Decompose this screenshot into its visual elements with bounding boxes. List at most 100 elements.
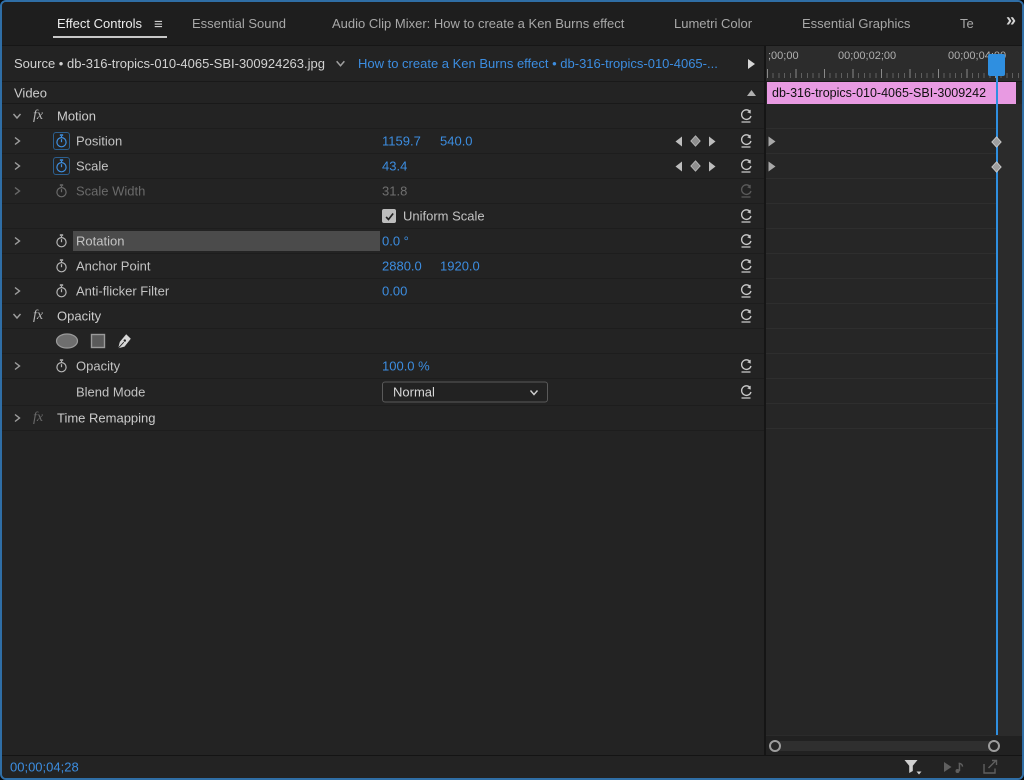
- anchor-x-value[interactable]: 2880.0: [382, 259, 428, 274]
- pen-mask-icon[interactable]: [117, 333, 132, 349]
- source-clip-bar: Source • db-316-tropics-010-4065-SBI-300…: [2, 46, 764, 82]
- reset-parameter-button[interactable]: [739, 134, 753, 148]
- property-row-uniform-scale: Uniform Scale: [2, 204, 764, 229]
- tab-label: Te: [960, 16, 974, 31]
- tab-label: Essential Graphics: [802, 16, 910, 31]
- current-timecode[interactable]: 00;00;04;28: [10, 760, 79, 775]
- reset-effect-button[interactable]: [739, 309, 753, 323]
- reset-parameter-button[interactable]: [739, 259, 753, 273]
- effects-timeline: ;00;00 00;00;02;00 00;00;04;00 db-316-tr…: [766, 46, 1022, 755]
- chevron-right-icon[interactable]: [12, 136, 22, 146]
- tab-label: Audio Clip Mixer: How to create a Ken Bu…: [332, 16, 624, 31]
- effect-controls-panel: Effect Controls≡ Essential Sound Audio C…: [0, 0, 1024, 780]
- previous-keyframe-button[interactable]: [674, 161, 683, 172]
- property-label: Blend Mode: [76, 385, 145, 400]
- opacity-value[interactable]: 100.0 %: [382, 359, 430, 374]
- stopwatch-toggle-icon: [54, 183, 69, 199]
- rectangle-mask-icon[interactable]: [90, 333, 106, 349]
- anchor-y-value[interactable]: 1920.0: [440, 259, 486, 274]
- rotation-value[interactable]: 0.0 °: [382, 234, 428, 249]
- zoom-handle-right[interactable]: [988, 740, 1000, 752]
- chevron-right-icon[interactable]: [12, 361, 22, 371]
- tab-essential-graphics[interactable]: Essential Graphics: [802, 12, 910, 36]
- reset-parameter-button[interactable]: [739, 284, 753, 298]
- position-x-value[interactable]: 1159.7: [382, 134, 428, 149]
- add-remove-keyframe-button[interactable]: [690, 135, 701, 147]
- stopwatch-toggle-icon[interactable]: [54, 233, 69, 249]
- tab-effect-controls[interactable]: Effect Controls≡: [57, 12, 163, 36]
- reset-parameter-button[interactable]: [739, 385, 753, 399]
- playhead-handle[interactable]: [988, 54, 1005, 76]
- keyframe-lane-arrow-icon: [768, 161, 776, 172]
- ellipse-mask-icon[interactable]: [55, 333, 79, 349]
- effect-row-motion[interactable]: fx Motion: [2, 104, 764, 129]
- timeline-ruler[interactable]: ;00;00 00;00;02;00 00;00;04;00: [766, 46, 1022, 82]
- reset-parameter-button: [739, 184, 753, 198]
- zoom-handle-left[interactable]: [769, 740, 781, 752]
- ruler-label: 00;00;02;00: [838, 50, 896, 62]
- stopwatch-toggle-icon[interactable]: [54, 258, 69, 274]
- chevron-down-icon[interactable]: [335, 58, 346, 69]
- blend-mode-dropdown[interactable]: Normal: [382, 382, 548, 403]
- tab-label: Essential Sound: [192, 16, 286, 31]
- scrollbar-track[interactable]: [776, 741, 996, 751]
- chevron-right-icon[interactable]: [12, 286, 22, 296]
- stopwatch-toggle-icon[interactable]: [54, 283, 69, 299]
- tab-essential-sound[interactable]: Essential Sound: [192, 12, 286, 36]
- tab-lumetri-color[interactable]: Lumetri Color: [674, 12, 752, 36]
- property-label: Scale: [76, 159, 109, 174]
- collapse-up-icon[interactable]: [746, 89, 757, 97]
- sequence-clip-link[interactable]: How to create a Ken Burns effect • db-31…: [358, 56, 718, 71]
- property-label: Scale Width: [76, 184, 145, 199]
- ruler-label: ;00;00: [768, 50, 799, 62]
- filter-properties-icon[interactable]: [904, 760, 922, 775]
- position-y-value[interactable]: 540.0: [440, 134, 486, 149]
- chevron-right-icon[interactable]: [12, 236, 22, 246]
- panel-menu-icon[interactable]: ≡: [154, 13, 163, 37]
- chevron-right-icon[interactable]: [12, 413, 22, 423]
- property-row-scale-width: Scale Width 31.8: [2, 179, 764, 204]
- dropdown-value: Normal: [393, 385, 435, 400]
- property-row-scale: Scale 43.4: [2, 154, 764, 179]
- chevron-down-icon[interactable]: [12, 111, 22, 121]
- tab-audio-clip-mixer[interactable]: Audio Clip Mixer: How to create a Ken Bu…: [332, 12, 624, 36]
- property-row-opacity: Opacity 100.0 %: [2, 354, 764, 379]
- scale-value[interactable]: 43.4: [382, 159, 428, 174]
- previous-keyframe-button[interactable]: [674, 136, 683, 147]
- stopwatch-toggle-icon[interactable]: [54, 158, 69, 174]
- effect-row-opacity[interactable]: fx Opacity: [2, 304, 764, 329]
- uniform-scale-checkbox[interactable]: [382, 209, 396, 223]
- tab-overflow-chevron-icon[interactable]: »: [1006, 10, 1014, 31]
- add-remove-keyframe-button[interactable]: [690, 160, 701, 172]
- stopwatch-toggle-icon[interactable]: [54, 358, 69, 374]
- reset-parameter-button[interactable]: [739, 209, 753, 223]
- reset-parameter-button[interactable]: [739, 359, 753, 373]
- tab-text-truncated[interactable]: Te: [960, 12, 974, 36]
- tab-label: Lumetri Color: [674, 16, 752, 31]
- scale-keyframe-diamond[interactable]: [991, 161, 1002, 173]
- position-keyframe-diamond[interactable]: [991, 136, 1002, 148]
- property-row-rotation: Rotation 0.0 °: [2, 229, 764, 254]
- stopwatch-toggle-icon[interactable]: [54, 133, 69, 149]
- property-label: Anti-flicker Filter: [76, 284, 169, 299]
- effect-label: Time Remapping: [57, 411, 156, 426]
- chevron-down-icon[interactable]: [12, 311, 22, 321]
- video-section-header: Video: [2, 82, 764, 104]
- effect-row-time-remapping[interactable]: fx Time Remapping: [2, 406, 764, 431]
- timeline-clip[interactable]: db-316-tropics-010-4065-SBI-3009242: [767, 82, 1016, 104]
- play-icon[interactable]: [747, 58, 756, 70]
- chevron-right-icon[interactable]: [12, 186, 22, 196]
- reset-parameter-button[interactable]: [739, 234, 753, 248]
- fx-icon: fx: [33, 108, 43, 124]
- source-clip-label: Source • db-316-tropics-010-4065-SBI-300…: [14, 56, 325, 71]
- play-audio-icon: [943, 760, 964, 774]
- property-row-anchor-point: Anchor Point 2880.01920.0: [2, 254, 764, 279]
- next-keyframe-button[interactable]: [708, 136, 717, 147]
- chevron-right-icon[interactable]: [12, 161, 22, 171]
- mask-tools-row: [2, 329, 764, 354]
- next-keyframe-button[interactable]: [708, 161, 717, 172]
- reset-effect-button[interactable]: [739, 109, 753, 123]
- property-row-position: Position 1159.7540.0: [2, 129, 764, 154]
- reset-parameter-button[interactable]: [739, 159, 753, 173]
- anti-flicker-value[interactable]: 0.00: [382, 284, 428, 299]
